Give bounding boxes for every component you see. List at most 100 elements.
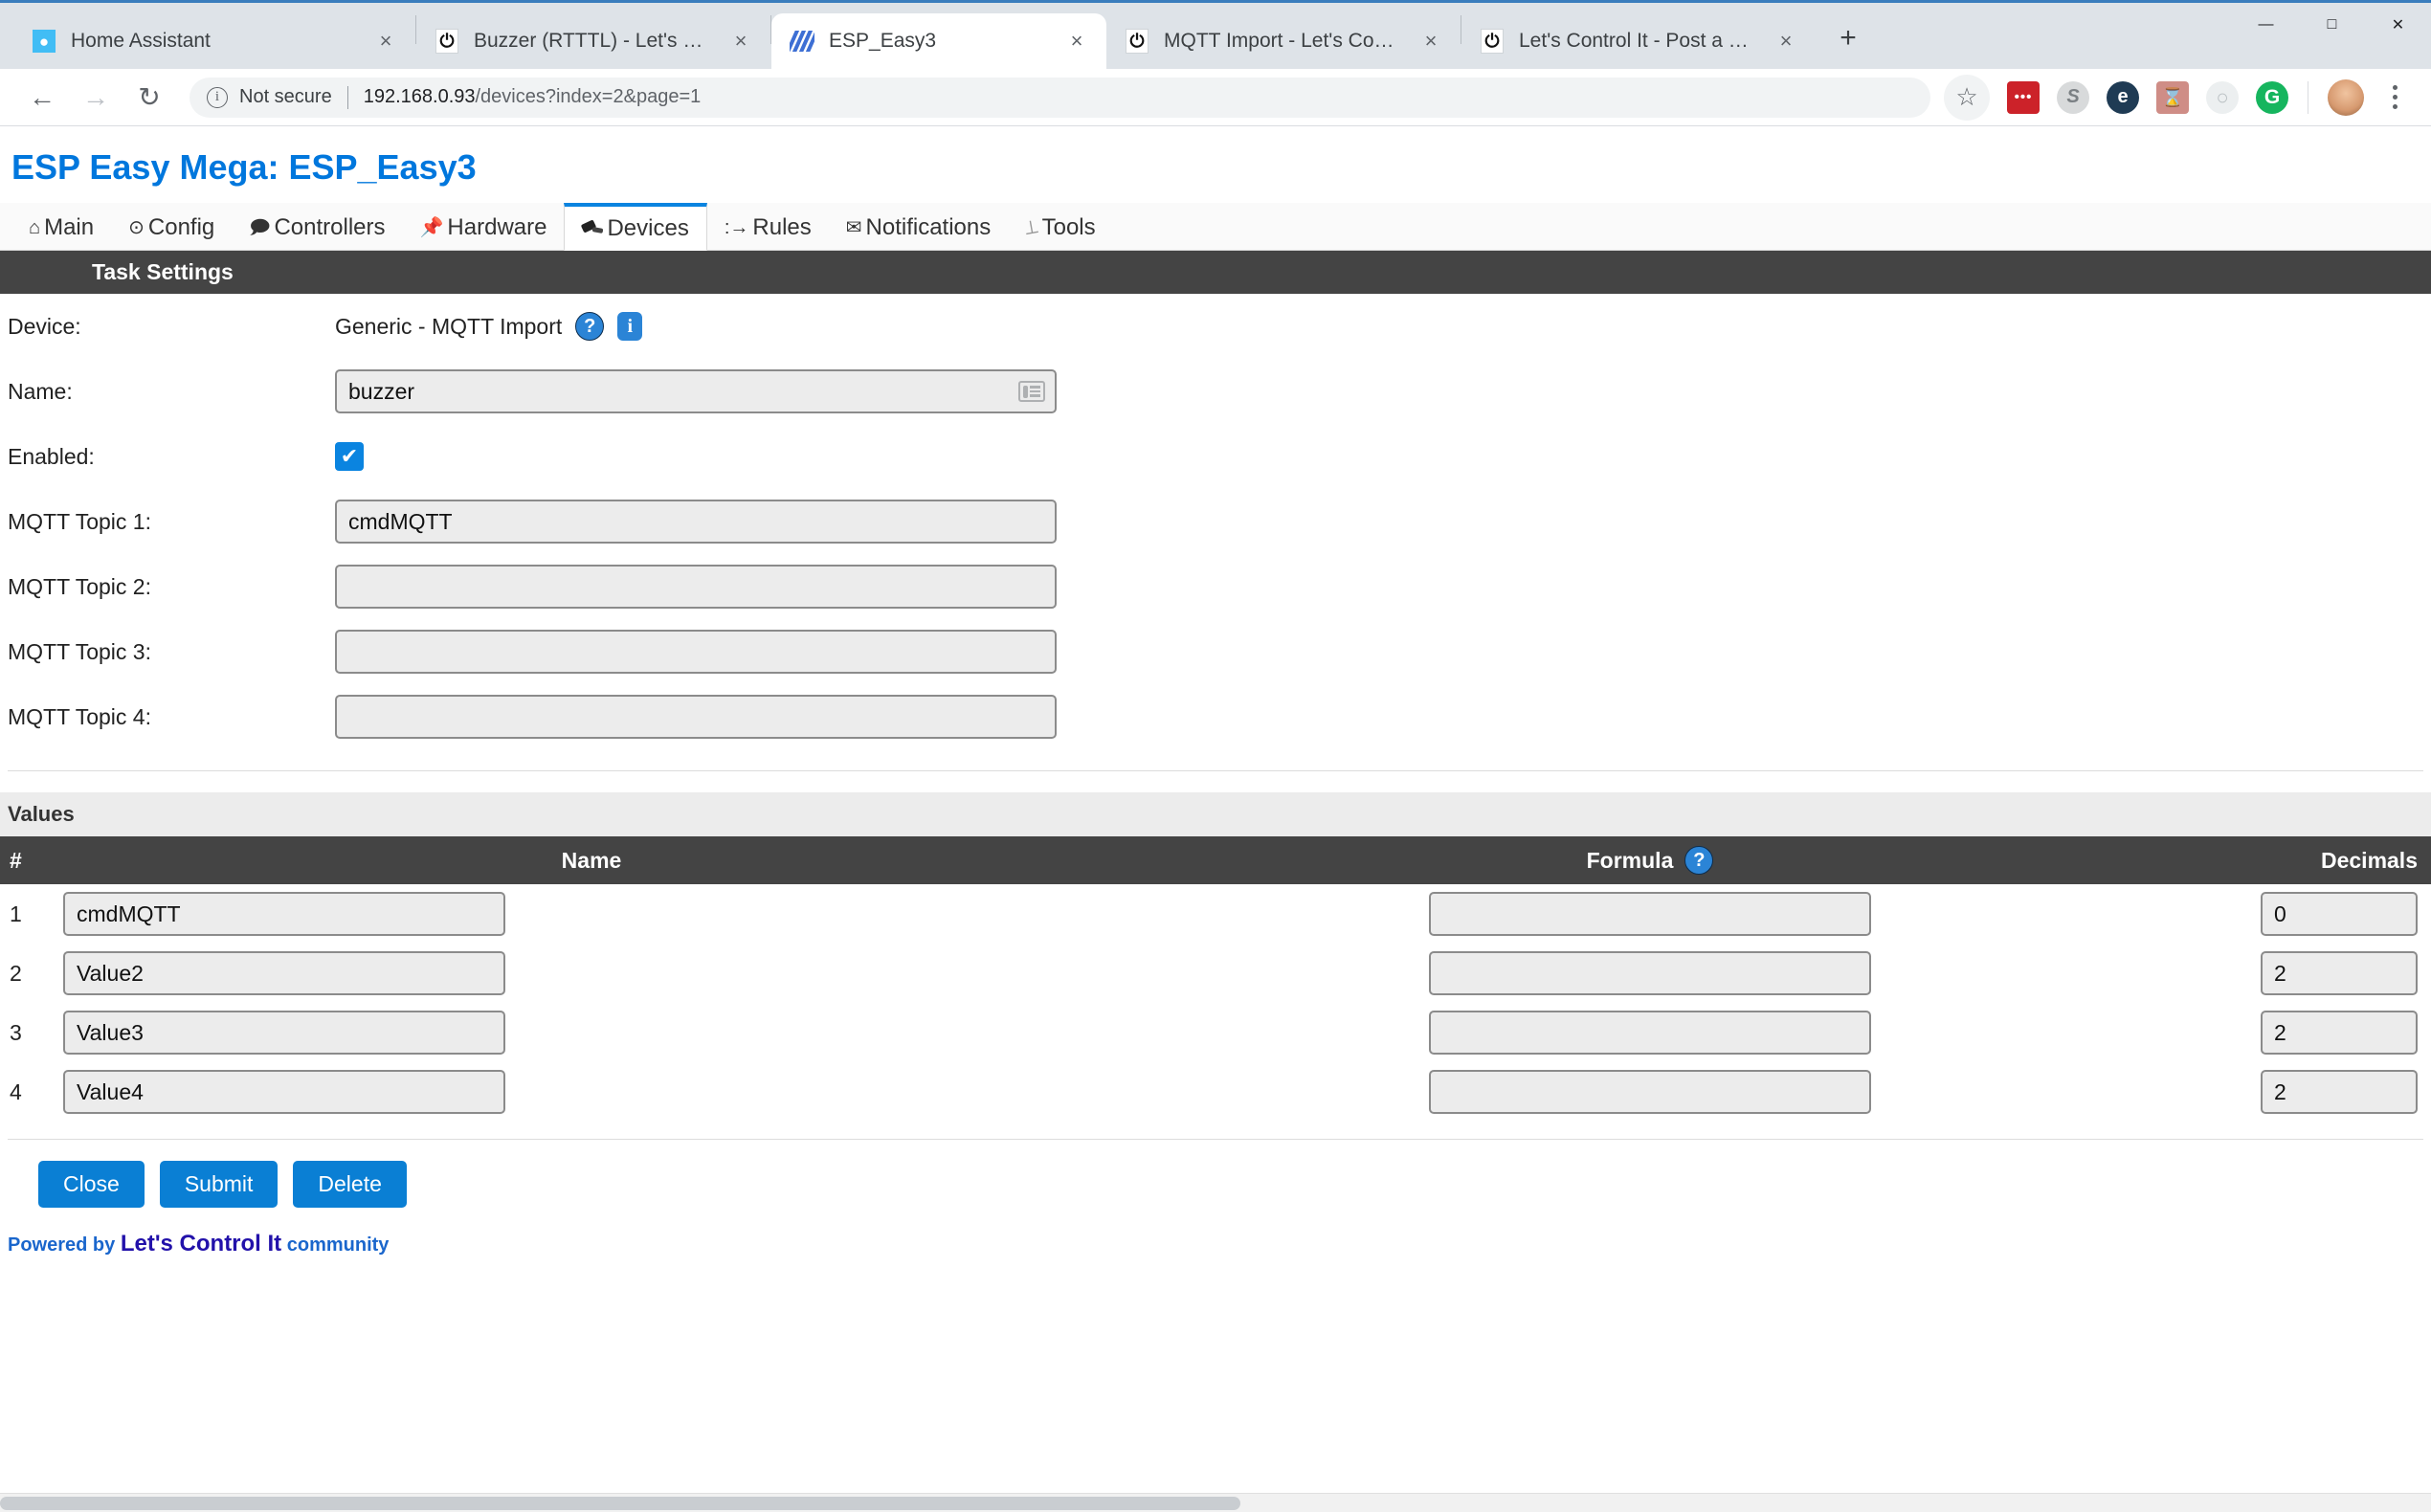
- url-host: 192.168.0.93: [363, 86, 476, 107]
- column-header-decimals: Decimals: [2153, 836, 2431, 884]
- form-divider: [8, 770, 2423, 771]
- browser-tab-mqtt-import[interactable]: ⏻ MQTT Import - Let's Control It ×: [1106, 13, 1461, 69]
- tab-title: Home Assistant: [71, 30, 211, 52]
- esp-easy-icon: [789, 28, 815, 55]
- enabled-checkbox[interactable]: ✔: [335, 442, 364, 471]
- nav-tab-label: Notifications: [865, 214, 992, 240]
- mqtt-topic-1-label: MQTT Topic 1:: [8, 508, 151, 534]
- tab-close-button[interactable]: ×: [1770, 25, 1802, 57]
- speech-bubble-icon: 🗩: [249, 217, 271, 238]
- home-icon: ⌂: [29, 217, 41, 238]
- nav-tab-hardware[interactable]: 📌 Hardware: [403, 206, 565, 250]
- tab-close-button[interactable]: ×: [1060, 25, 1093, 57]
- grammarly-extension-icon[interactable]: G: [2256, 80, 2288, 114]
- new-tab-button[interactable]: +: [1825, 15, 1871, 61]
- help-badge-icon[interactable]: ?: [575, 312, 605, 341]
- browser-titlebar: ● Home Assistant × ⏻ Buzzer (RTTTL) - Le…: [0, 0, 2431, 69]
- nav-tab-devices[interactable]: Devices: [564, 203, 707, 251]
- nav-tab-main[interactable]: ⌂ Main: [11, 206, 111, 250]
- browser-tab-esp-easy3[interactable]: ESP_Easy3 ×: [771, 13, 1106, 69]
- tab-close-button[interactable]: ×: [725, 25, 757, 57]
- back-button[interactable]: ←: [15, 71, 69, 124]
- action-buttons: Close Submit Delete: [0, 1140, 2431, 1208]
- row-index: 4: [10, 1078, 22, 1104]
- value-formula-input-3[interactable]: [1429, 1011, 1871, 1055]
- wrench-icon: ⟂: [1023, 216, 1040, 239]
- bookmark-star-icon[interactable]: ☆: [1944, 74, 1990, 121]
- mqtt-topic-2-input[interactable]: [335, 565, 1057, 609]
- forward-button[interactable]: →: [69, 71, 123, 124]
- tab-close-button[interactable]: ×: [369, 25, 402, 57]
- enabled-row: Enabled: ✔: [0, 424, 2431, 489]
- tab-title: MQTT Import - Let's Control It: [1164, 30, 1399, 52]
- nav-tab-config[interactable]: ⊙ Config: [111, 206, 232, 250]
- minimize-button[interactable]: —: [2233, 3, 2299, 47]
- mqtt-topic-3-input[interactable]: [335, 630, 1057, 674]
- horizontal-scrollbar[interactable]: [0, 1493, 2431, 1512]
- contact-card-icon[interactable]: [1018, 381, 1045, 402]
- nav-tab-label: Main: [44, 214, 95, 240]
- close-button[interactable]: Close: [38, 1161, 145, 1208]
- delete-button[interactable]: Delete: [293, 1161, 407, 1208]
- circle-extension-icon[interactable]: ○: [2206, 80, 2239, 114]
- value-decimals-input-3[interactable]: [2261, 1011, 2418, 1055]
- close-window-button[interactable]: ✕: [2365, 3, 2431, 47]
- nav-tab-notifications[interactable]: ✉ Notifications: [829, 206, 1009, 250]
- tab-close-button[interactable]: ×: [1415, 25, 1447, 57]
- value-formula-input-1[interactable]: [1429, 892, 1871, 936]
- column-header-num: #: [0, 836, 36, 884]
- device-label: Device:: [8, 313, 81, 339]
- column-header-formula-label: Formula: [1586, 847, 1674, 873]
- gear-icon: ⊙: [128, 217, 145, 238]
- reload-button[interactable]: ↻: [123, 71, 176, 124]
- value-formula-input-2[interactable]: [1429, 951, 1871, 995]
- nav-tab-rules[interactable]: :→ Rules: [707, 206, 829, 250]
- url-text: 192.168.0.93/devices?index=2&page=1: [364, 86, 702, 108]
- enabled-label: Enabled:: [8, 443, 95, 469]
- mqtt-topic-2-row: MQTT Topic 2:: [0, 554, 2431, 619]
- scrollbar-thumb[interactable]: [0, 1497, 1240, 1510]
- value-name-input-1[interactable]: [63, 892, 505, 936]
- rules-icon: :→: [724, 217, 749, 238]
- nav-tab-label: Rules: [752, 214, 812, 240]
- submit-button[interactable]: Submit: [159, 1161, 279, 1208]
- footer-brand[interactable]: Let's Control It: [121, 1231, 281, 1256]
- kebab-menu-icon[interactable]: [2374, 75, 2416, 121]
- dots-extension-icon[interactable]: •••: [2007, 80, 2040, 114]
- formula-help-badge-icon[interactable]: ?: [1684, 846, 1714, 875]
- value-decimals-input-4[interactable]: [2261, 1070, 2418, 1114]
- value-name-input-2[interactable]: [63, 951, 505, 995]
- value-formula-input-4[interactable]: [1429, 1070, 1871, 1114]
- value-name-input-3[interactable]: [63, 1011, 505, 1055]
- maximize-button[interactable]: □: [2299, 3, 2365, 47]
- browser-tab-post-new-topic[interactable]: ⏻ Let's Control It - Post a new topic ×: [1461, 13, 1816, 69]
- name-input[interactable]: [335, 369, 1057, 413]
- table-row: 3: [0, 1003, 2431, 1062]
- mqtt-topic-2-label: MQTT Topic 2:: [8, 573, 151, 599]
- mqtt-topic-1-input[interactable]: [335, 500, 1057, 544]
- tab-title: Buzzer (RTTTL) - Let's Control It: [474, 30, 709, 52]
- footer-prefix: Powered by: [8, 1234, 121, 1256]
- nav-tab-controllers[interactable]: 🗩 Controllers: [232, 206, 402, 250]
- browser-tab-buzzer-rtttl[interactable]: ⏻ Buzzer (RTTTL) - Let's Control It ×: [416, 13, 770, 69]
- e-extension-icon[interactable]: e: [2107, 80, 2139, 114]
- tab-strip: ● Home Assistant × ⏻ Buzzer (RTTTL) - Le…: [13, 3, 2233, 69]
- skype-extension-icon[interactable]: S: [2057, 80, 2089, 114]
- value-decimals-input-1[interactable]: [2261, 892, 2418, 936]
- page-content: ESP Easy Mega: ESP_Easy3 ⌂ Main ⊙ Config…: [0, 126, 2431, 1512]
- mqtt-topic-3-label: MQTT Topic 3:: [8, 638, 151, 664]
- mqtt-topic-4-input[interactable]: [335, 695, 1057, 739]
- profile-avatar[interactable]: [2328, 78, 2364, 116]
- site-info-icon[interactable]: i: [207, 86, 228, 108]
- tab-title: Let's Control It - Post a new topic: [1519, 30, 1754, 52]
- value-name-input-4[interactable]: [63, 1070, 505, 1114]
- values-table: # Name Formula ? Decimals 1 cmdMQTT 0 2 …: [0, 836, 2431, 1122]
- adobe-pdf-extension-icon[interactable]: ⌛: [2156, 80, 2189, 114]
- browser-tab-home-assistant[interactable]: ● Home Assistant ×: [13, 13, 415, 69]
- device-value: Generic - MQTT Import: [335, 313, 563, 339]
- address-bar[interactable]: i Not secure 192.168.0.93/devices?index=…: [190, 77, 1930, 118]
- value-decimals-input-2[interactable]: [2261, 951, 2418, 995]
- tab-title: ESP_Easy3: [829, 30, 937, 52]
- nav-tab-tools[interactable]: ⟂ Tools: [1008, 206, 1112, 250]
- info-badge-icon[interactable]: i: [617, 312, 643, 341]
